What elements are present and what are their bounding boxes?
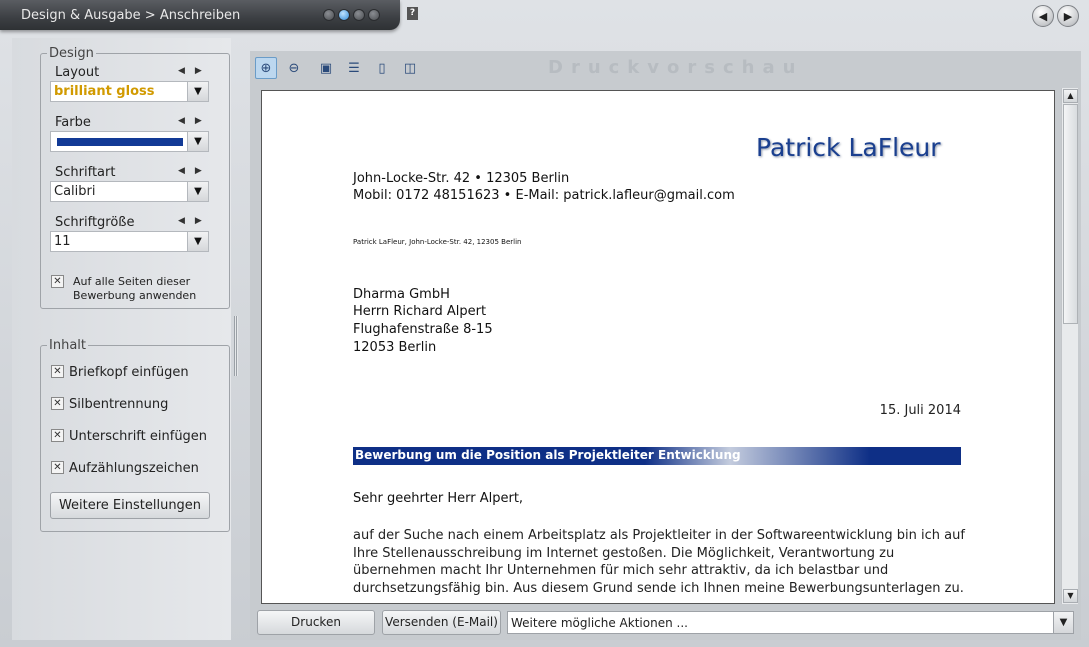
layout-arrows[interactable]: ◀▶ <box>178 66 212 76</box>
panel-splitter[interactable] <box>234 316 238 376</box>
schriftgroesse-arrows[interactable]: ◀▶ <box>178 216 212 226</box>
preview-scrollbar[interactable]: ▲ ▼ <box>1061 88 1078 604</box>
schriftart-arrows[interactable]: ◀▶ <box>178 166 212 176</box>
apply-all-checkbox[interactable]: ✕ <box>51 275 64 288</box>
single-page-icon[interactable]: ▯ <box>371 57 393 79</box>
schriftart-value: Calibri <box>54 184 96 199</box>
more-actions-select[interactable]: Weitere mögliche Aktionen ... ▼ <box>507 611 1074 634</box>
letter-page: Patrick LaFleur John-Locke-Str. 42 • 123… <box>261 90 1055 604</box>
breadcrumb: Design & Ausgabe > Anschreiben <box>21 8 241 23</box>
step-dot-active[interactable] <box>338 9 350 21</box>
unterschrift-checkbox[interactable]: ✕ <box>51 429 64 442</box>
inhalt-legend: Inhalt <box>49 338 86 353</box>
schriftart-select[interactable]: Calibri ▼ <box>50 181 209 202</box>
farbe-arrows[interactable]: ◀▶ <box>178 116 212 126</box>
schriftgroesse-label: Schriftgröße <box>55 215 135 230</box>
layout-select[interactable]: brilliant gloss ▼ <box>50 81 209 102</box>
sender-name: Patrick LaFleur <box>756 133 941 162</box>
step-dot[interactable] <box>368 9 380 21</box>
apply-all-label-line2: Bewerbung anwenden <box>73 289 197 302</box>
briefkopf-label: Briefkopf einfügen <box>69 365 189 380</box>
unterschrift-label: Unterschrift einfügen <box>69 429 208 444</box>
recipient-line: Herrn Richard Alpert <box>353 304 487 319</box>
preview-title: Druckvorschau <box>548 57 804 78</box>
help-icon[interactable]: ? <box>407 7 418 20</box>
return-address: Patrick LaFleur, John-Locke-Str. 42, 123… <box>353 238 522 246</box>
farbe-select[interactable]: ▼ <box>50 131 209 152</box>
aufzaehlung-checkbox[interactable]: ✕ <box>51 461 64 474</box>
silbentrennung-label: Silbentrennung <box>69 397 169 412</box>
briefkopf-checkbox[interactable]: ✕ <box>51 365 64 378</box>
forward-button[interactable]: ▶ <box>1057 5 1079 27</box>
print-button[interactable]: Drucken <box>257 610 375 635</box>
step-dot[interactable] <box>323 9 335 21</box>
letter-date: 15. Juli 2014 <box>879 403 961 418</box>
chevron-down-icon[interactable]: ▼ <box>187 182 208 201</box>
schriftart-label: Schriftart <box>55 165 116 180</box>
chevron-down-icon[interactable]: ▼ <box>187 82 208 101</box>
layout-label: Layout <box>55 65 100 80</box>
recipient-line: Flughafenstraße 8-15 <box>353 322 493 337</box>
step-indicator <box>323 9 380 21</box>
step-dot[interactable] <box>353 9 365 21</box>
apply-all-label: Auf alle Seiten dieser Bewerbung anwende… <box>73 275 196 303</box>
send-email-button[interactable]: Versenden (E-Mail) <box>382 610 501 635</box>
arrow-left-icon: ◀ <box>1038 9 1048 23</box>
more-actions-value: Weitere mögliche Aktionen ... <box>511 616 688 630</box>
recipient-line: 12053 Berlin <box>353 340 437 355</box>
recipient-line: Dharma GmbH <box>353 287 450 302</box>
color-swatch <box>57 138 183 146</box>
layout-value: brilliant gloss <box>54 84 155 99</box>
back-button[interactable]: ◀ <box>1032 5 1054 27</box>
chevron-down-icon[interactable]: ▼ <box>187 232 208 251</box>
letter-body: auf der Suche nach einem Arbeitsplatz al… <box>353 528 965 596</box>
apply-all-label-line1: Auf alle Seiten dieser <box>73 275 191 288</box>
sender-address: John-Locke-Str. 42 • 12305 Berlin <box>353 171 570 186</box>
chevron-down-icon[interactable]: ▼ <box>1053 612 1073 633</box>
breadcrumb-tab: Design & Ausgabe > Anschreiben <box>0 0 400 30</box>
zoom-out-icon[interactable]: ⊖ <box>283 57 305 79</box>
fit-width-icon[interactable]: ☰ <box>343 57 365 79</box>
design-legend: Design <box>49 46 94 61</box>
fit-page-icon[interactable]: ▣ <box>315 57 337 79</box>
scroll-up-icon[interactable]: ▲ <box>1063 89 1078 103</box>
arrow-right-icon: ▶ <box>1063 9 1073 23</box>
farbe-label: Farbe <box>55 115 91 130</box>
zoom-in-icon[interactable]: ⊕ <box>255 57 277 79</box>
schriftgroesse-select[interactable]: 11 ▼ <box>50 231 209 252</box>
scroll-down-icon[interactable]: ▼ <box>1063 589 1078 603</box>
scroll-thumb[interactable] <box>1063 104 1078 324</box>
salutation: Sehr geehrter Herr Alpert, <box>353 491 524 506</box>
chevron-down-icon[interactable]: ▼ <box>187 132 208 151</box>
letter-subject: Bewerbung um die Position als Projektlei… <box>353 447 961 465</box>
silbentrennung-checkbox[interactable]: ✕ <box>51 397 64 410</box>
two-pages-icon[interactable]: ◫ <box>399 57 421 79</box>
aufzaehlung-label: Aufzählungszeichen <box>69 461 199 476</box>
sender-contact: Mobil: 0172 48151623 • E-Mail: patrick.l… <box>353 188 735 203</box>
schriftgroesse-value: 11 <box>54 234 71 249</box>
more-settings-button[interactable]: Weitere Einstellungen <box>50 492 210 519</box>
